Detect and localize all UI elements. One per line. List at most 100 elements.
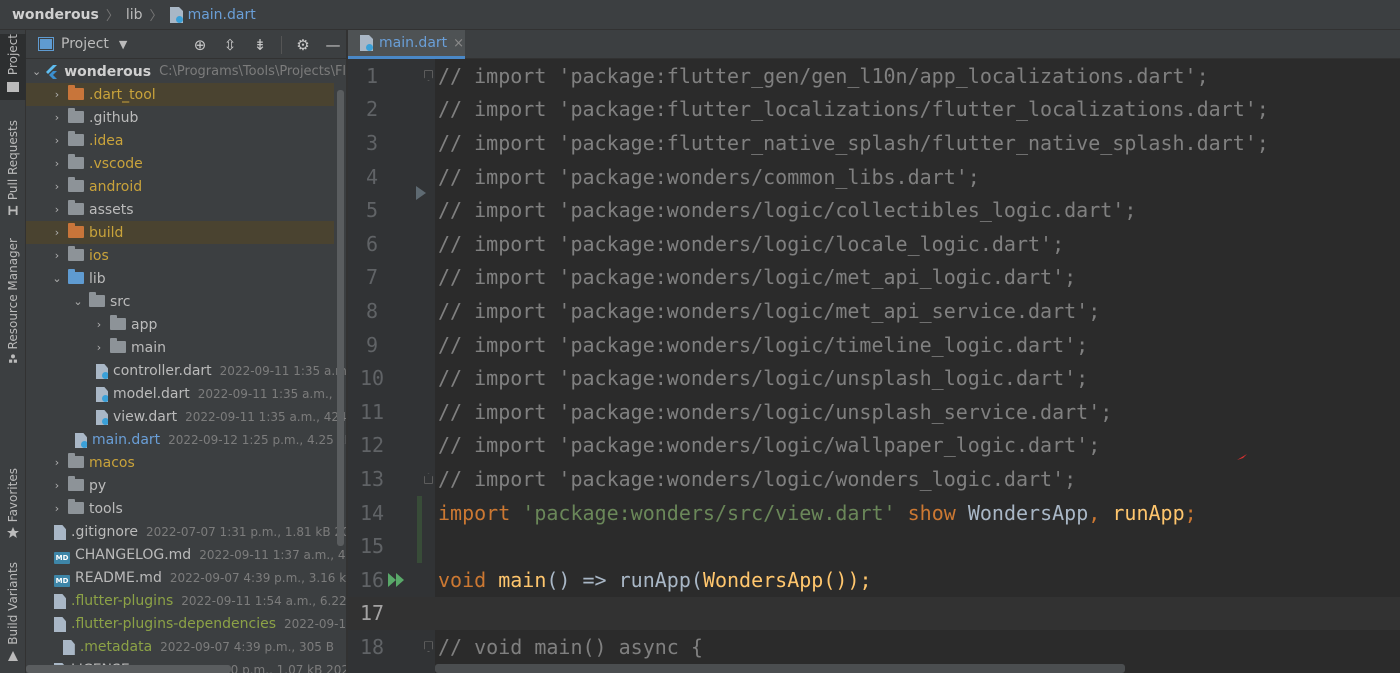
tree-item-src[interactable]: ⌄ src	[26, 290, 334, 313]
tree-item-app[interactable]: › app	[26, 313, 334, 336]
chevron-down-icon[interactable]: ⌄	[50, 272, 64, 285]
code-line[interactable]: 5 // import 'package:wonders/logic/colle…	[348, 193, 1400, 227]
chevron-right-icon[interactable]: ›	[50, 479, 64, 492]
code-line-current[interactable]: 17	[348, 596, 1400, 631]
gear-icon[interactable]: ⚙	[294, 36, 312, 54]
tree-item-metadata[interactable]: .metadata 2022-09-07 4:39 p.m., 305 B	[26, 635, 334, 658]
folder-icon	[68, 154, 84, 169]
breadcrumb-folder[interactable]: lib	[126, 7, 143, 23]
tree-item-ios[interactable]: › ios	[26, 244, 334, 267]
chevron-down-icon[interactable]: ⌄	[71, 295, 85, 308]
code-text: // import 'package:wonders/logic/locale_…	[438, 231, 1065, 256]
tree-item-lib[interactable]: ⌄ lib	[26, 267, 334, 290]
fold-icon[interactable]	[424, 70, 433, 81]
tree-item-build[interactable]: › build	[26, 221, 334, 244]
code-line[interactable]: 2 // import 'package:flutter_localizatio…	[348, 93, 1400, 127]
code-line[interactable]: 11 // import 'package:wonders/logic/unsp…	[348, 395, 1400, 429]
breadcrumb-project[interactable]: wonderous	[12, 7, 99, 23]
tree-item-meta: 2022-09-11 1:35 a.m., 424	[185, 409, 346, 424]
tree-item-controller-dart[interactable]: controller.dart 2022-09-11 1:35 a.m	[26, 359, 346, 382]
expand-all-icon[interactable]: ⇳	[221, 36, 239, 54]
chevron-right-icon[interactable]: ›	[50, 88, 64, 101]
code-line[interactable]: 13 // import 'package:wonders/logic/wond…	[348, 462, 1400, 496]
tree-item-label: .flutter-plugins	[71, 592, 174, 609]
tree-item-flutter-plugins[interactable]: .flutter-plugins 2022-09-11 1:54 a.m., 6…	[26, 589, 346, 612]
tool-tab-project[interactable]: Project	[0, 34, 26, 100]
run-icon[interactable]	[388, 572, 406, 588]
tree-item-readme[interactable]: MD README.md 2022-09-07 4:39 p.m., 3.16 …	[26, 566, 346, 589]
breadcrumb-file[interactable]: main.dart	[169, 6, 256, 23]
code-text: // import 'package:flutter_localizations…	[438, 97, 1269, 122]
tree-item-label: macos	[89, 454, 135, 471]
chevron-right-icon[interactable]: ›	[92, 341, 106, 354]
tree-item-gitignore[interactable]: .gitignore 2022-07-07 1:31 p.m., 1.81 kB…	[26, 520, 346, 543]
code-line[interactable]: 14 import 'package:wonders/src/view.dart…	[348, 495, 1400, 563]
hide-panel-icon[interactable]: —	[324, 36, 342, 54]
tree-root[interactable]: ⌄ wonderous C:\Programs\Tools\Projects\F…	[26, 60, 346, 83]
fold-icon[interactable]	[424, 473, 433, 485]
tree-item-vscode[interactable]: › .vscode	[26, 152, 334, 175]
code-line[interactable]: 4 // import 'package:wonders/common_libs…	[348, 160, 1400, 200]
tool-tab-resource-manager-label: Resource Manager	[6, 238, 20, 350]
chevron-down-icon[interactable]: ⌄	[32, 65, 41, 78]
project-view-label[interactable]: Project	[61, 36, 109, 52]
tree-item-flutter-plugins-dependencies[interactable]: .flutter-plugins-dependencies 2022-09-11	[26, 612, 346, 635]
project-view-icon	[38, 37, 54, 51]
tree-item-dart-tool[interactable]: › .dart_tool	[26, 83, 334, 106]
tree-item-assets[interactable]: › assets	[26, 198, 334, 221]
code-text: void main() => runApp(WondersApp());	[438, 568, 872, 592]
tree-item-changelog[interactable]: MD CHANGELOG.md 2022-09-11 1:37 a.m., 47	[26, 543, 346, 566]
tree-item-github[interactable]: › .github	[26, 106, 334, 129]
tree-item-meta: 2022-09-11 1:37 a.m., 47	[199, 547, 346, 562]
editor-horizontal-scrollbar[interactable]	[435, 664, 1125, 673]
fold-icon[interactable]	[424, 641, 433, 653]
code-line[interactable]: 6 // import 'package:wonders/logic/local…	[348, 227, 1400, 261]
tree-item-view-dart[interactable]: view.dart 2022-09-11 1:35 a.m., 424	[26, 405, 346, 428]
line-number: 8	[365, 298, 379, 323]
code-line[interactable]: 3 // import 'package:flutter_native_spla…	[348, 126, 1400, 160]
code-line[interactable]: 1 // import 'package:flutter_gen/gen_l10…	[348, 59, 1400, 93]
tree-item-macos[interactable]: › macos	[26, 451, 334, 474]
chevron-right-icon[interactable]: ›	[50, 134, 64, 147]
toolbar-divider	[281, 35, 282, 54]
line-number: 4	[365, 164, 379, 189]
chevron-right-icon[interactable]: ›	[50, 226, 64, 239]
tree-item-tools[interactable]: › tools	[26, 497, 334, 520]
project-panel-vertical-scrollbar[interactable]	[337, 90, 344, 546]
code-text: // import 'package:wonders/common_libs.d…	[438, 164, 980, 189]
tool-tab-pull-requests[interactable]: Pull Requests	[0, 120, 26, 216]
chevron-right-icon[interactable]: ›	[50, 203, 64, 216]
chevron-right-icon[interactable]: ›	[50, 249, 64, 262]
chevron-right-icon[interactable]: ›	[50, 111, 64, 124]
close-icon[interactable]: ×	[453, 36, 464, 51]
tree-item-idea[interactable]: › .idea	[26, 129, 334, 152]
code-line[interactable]: 16 void main() => runApp(WondersApp());	[348, 563, 1400, 597]
code-line[interactable]: 8 // import 'package:wonders/logic/met_a…	[348, 294, 1400, 328]
code-line[interactable]: 10 // import 'package:wonders/logic/unsp…	[348, 361, 1400, 395]
code-line[interactable]: 15	[348, 529, 1400, 563]
tool-tab-favorites[interactable]: Favorites	[0, 468, 26, 542]
locate-icon[interactable]: ⊕	[191, 36, 209, 54]
chevron-right-icon[interactable]: ›	[50, 157, 64, 170]
tool-tab-build-variants[interactable]: Build Variants	[0, 562, 26, 662]
tree-item-main-dart[interactable]: main.dart 2022-09-12 1:25 p.m., 4.25 kB	[26, 428, 346, 451]
chevron-right-icon[interactable]: ›	[50, 456, 64, 469]
collapse-all-icon[interactable]: ⇟	[251, 36, 269, 54]
tree-item-android[interactable]: › android	[26, 175, 334, 198]
line-number: 14	[359, 500, 385, 525]
code-line[interactable]: 9 // import 'package:wonders/logic/timel…	[348, 328, 1400, 362]
code-line[interactable]: 7 // import 'package:wonders/logic/met_a…	[348, 261, 1400, 295]
tree-item-py[interactable]: › py	[26, 474, 334, 497]
tree-item-meta: 2022-07-07 1:31 p.m., 1.81 kB 20	[146, 524, 346, 539]
chevron-right-icon[interactable]: ›	[50, 502, 64, 515]
chevron-right-icon[interactable]: ›	[92, 318, 106, 331]
tree-item-main[interactable]: › main	[26, 336, 334, 359]
project-panel-horizontal-scrollbar[interactable]	[26, 665, 231, 673]
chevron-right-icon[interactable]: ›	[50, 180, 64, 193]
tree-item-model-dart[interactable]: model.dart 2022-09-11 1:35 a.m., 5	[26, 382, 344, 405]
chevron-down-icon[interactable]: ▼	[119, 38, 127, 51]
tool-tab-resource-manager[interactable]: Resource Manager	[0, 238, 26, 364]
code-line[interactable]: 18 // void main() async {	[348, 630, 1400, 664]
tab-main-dart[interactable]: main.dart ×	[348, 30, 465, 59]
source-folder-icon	[68, 269, 84, 284]
